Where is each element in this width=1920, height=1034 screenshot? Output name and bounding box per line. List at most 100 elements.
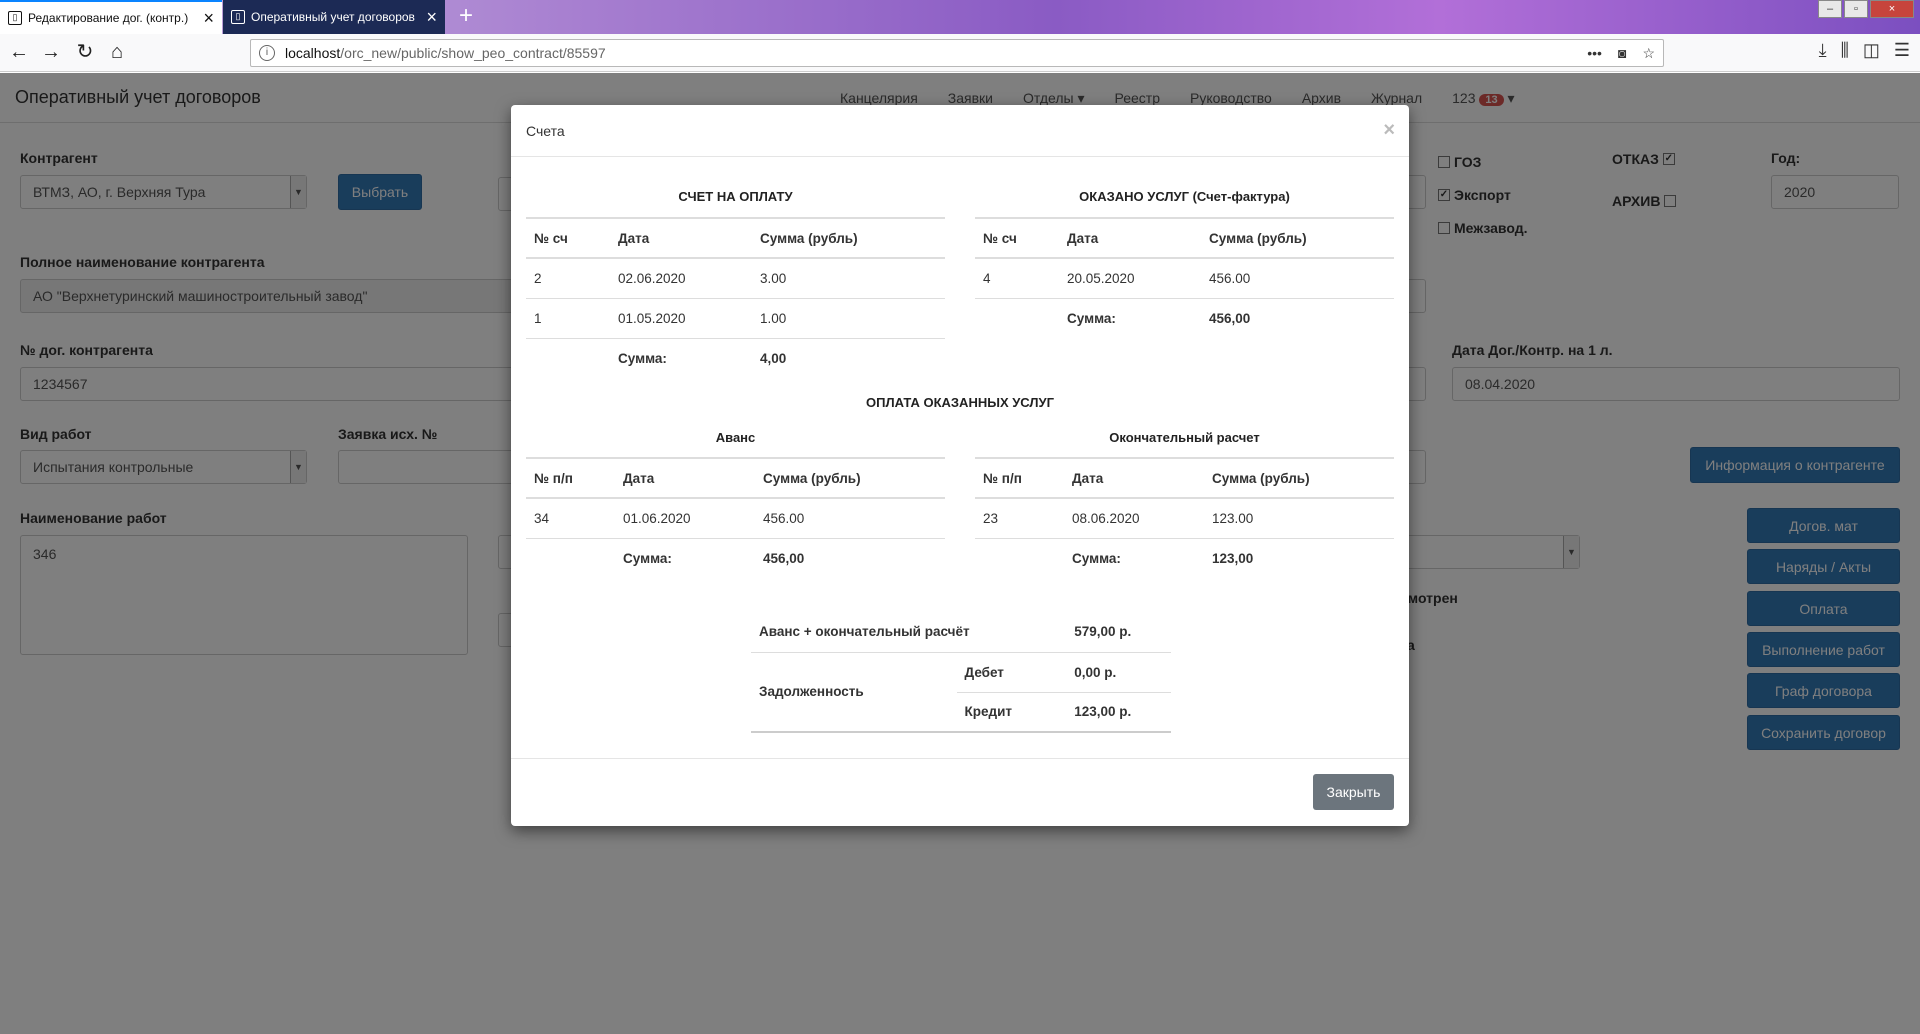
debt-label: Задолженность xyxy=(751,652,957,733)
table-cell xyxy=(526,338,610,378)
sum-label: Сумма: xyxy=(1067,310,1116,326)
modal-header: Счета × xyxy=(511,105,1409,157)
table-cell: 02.06.2020 xyxy=(610,258,752,299)
more-dots-icon[interactable]: ••• xyxy=(1587,45,1602,62)
column-header: Дата xyxy=(1059,217,1201,259)
final-title: Окончательный расчет xyxy=(1109,430,1260,445)
table-header-row: № сч Дата Сумма (рубль) xyxy=(975,217,1394,259)
table-header-row: № сч Дата Сумма (рубль) xyxy=(526,217,945,259)
table-cell: 1 xyxy=(526,298,610,339)
menu-icon[interactable]: ☰ xyxy=(1894,40,1910,61)
reload-icon[interactable]: ↻ xyxy=(72,40,98,66)
sum-value: 123,00 xyxy=(1212,550,1254,566)
table-cell: 20.05.2020 xyxy=(1059,258,1201,299)
total-label: Аванс + окончательный расчёт xyxy=(751,612,1067,653)
payment-title: ОПЛАТА ОКАЗАННЫХ УСЛУГ xyxy=(866,395,1054,410)
table-cell: 456.00 xyxy=(1201,258,1394,299)
sidebar-icon[interactable]: ◫ xyxy=(1863,40,1880,61)
table-cell: 01.05.2020 xyxy=(610,298,752,339)
download-icon[interactable]: ⤓ xyxy=(1819,40,1827,61)
sum-label: Сумма: xyxy=(1072,550,1121,566)
final-table: № п/п Дата Сумма (рубль) 23 08.06.2020 1… xyxy=(975,457,1394,578)
minimize-icon[interactable]: – xyxy=(1818,0,1842,18)
toolbar-right: ⤓ ⫼ ◫ ☰ xyxy=(1819,40,1910,61)
services-title: ОКАЗАНО УСЛУГ (Счет-фактура) xyxy=(1079,189,1290,204)
sum-row: Сумма: 456,00 xyxy=(975,298,1394,338)
url-host: localhost xyxy=(285,45,341,61)
table-header-row: № п/п Дата Сумма (рубль) xyxy=(526,457,945,499)
table-row: 2 02.06.2020 3.00 xyxy=(526,258,945,299)
column-header: Дата xyxy=(610,217,752,259)
column-header: Сумма (рубль) xyxy=(1201,217,1394,259)
table-cell: 456.00 xyxy=(755,498,945,539)
column-header: Сумма (рубль) xyxy=(755,457,945,499)
sum-label: Сумма: xyxy=(618,350,667,366)
page-icon: ▯ xyxy=(231,10,245,24)
column-header: Дата xyxy=(615,457,755,499)
tab-label: Оперативный учет договоров xyxy=(251,10,415,24)
new-tab-plus-icon[interactable]: + xyxy=(452,3,480,31)
services-table: № сч Дата Сумма (рубль) 4 20.05.2020 456… xyxy=(975,217,1394,338)
table-cell: 3.00 xyxy=(752,258,945,299)
credit-value: 123,00 р. xyxy=(1066,692,1171,733)
debit-row: Задолженность Дебет 0,00 р. xyxy=(751,652,1171,733)
column-header: № сч xyxy=(975,217,1059,259)
invoice-title: СЧЕТ НА ОПЛАТУ xyxy=(678,189,793,204)
table-cell: 08.06.2020 xyxy=(1064,498,1204,539)
advance-table: № п/п Дата Сумма (рубль) 34 01.06.2020 4… xyxy=(526,457,945,578)
sum-value: 4,00 xyxy=(760,350,787,366)
url-path: /orc_new/public/show_peo_contract/85597 xyxy=(340,45,606,61)
window-close-icon[interactable]: × xyxy=(1870,0,1914,18)
table-cell: 2 xyxy=(526,258,610,299)
sum-row: Сумма: 123,00 xyxy=(975,538,1394,578)
modal-footer: Закрыть xyxy=(511,758,1409,826)
tab-edit-contract[interactable]: ▯ Редактирование дог. (контр.) × xyxy=(0,0,222,34)
library-icon[interactable]: ⫼ xyxy=(1841,40,1849,61)
table-cell: 123.00 xyxy=(1204,498,1394,539)
tab-label: Редактирование дог. (контр.) xyxy=(28,11,189,25)
table-cell: 01.06.2020 xyxy=(615,498,755,539)
table-row: 34 01.06.2020 456.00 xyxy=(526,498,945,539)
table-cell xyxy=(975,538,1064,578)
column-header: Дата xyxy=(1064,457,1204,499)
info-icon[interactable]: i xyxy=(259,45,275,61)
column-header: № п/п xyxy=(526,457,615,499)
browser-titlebar: ▯ Редактирование дог. (контр.) × ▯ Опера… xyxy=(0,0,1920,34)
close-icon[interactable]: × xyxy=(426,8,437,26)
window-controls: – ▫ × xyxy=(1816,0,1914,18)
invoices-modal: Счета × СЧЕТ НА ОПЛАТУ № сч Дата Сумма (… xyxy=(511,105,1409,826)
table-cell xyxy=(526,538,615,578)
close-icon[interactable]: × xyxy=(203,9,214,27)
maximize-icon[interactable]: ▫ xyxy=(1844,0,1868,18)
debit-label: Дебет xyxy=(956,652,1067,693)
invoice-table: № сч Дата Сумма (рубль) 2 02.06.2020 3.0… xyxy=(526,217,945,378)
home-icon[interactable]: ⌂ xyxy=(104,40,130,66)
close-icon[interactable]: × xyxy=(1383,119,1395,142)
close-button[interactable]: Закрыть xyxy=(1313,774,1394,810)
forward-arrow-icon[interactable]: → xyxy=(38,40,64,66)
back-arrow-icon[interactable]: ← xyxy=(6,40,32,66)
sum-row: Сумма: 456,00 xyxy=(526,538,945,578)
table-cell: 1.00 xyxy=(752,298,945,339)
total-row: Аванс + окончательный расчёт 579,00 р. xyxy=(751,612,1171,653)
totals-table: Аванс + окончательный расчёт 579,00 р. З… xyxy=(751,612,1171,733)
column-header: № п/п xyxy=(975,457,1064,499)
address-bar[interactable]: i localhost/orc_new/public/show_peo_cont… xyxy=(250,39,1664,67)
browser-navbar: ← → ↻ ⌂ i localhost/orc_new/public/show_… xyxy=(0,34,1920,72)
column-header: Сумма (рубль) xyxy=(1204,457,1394,499)
modal-title: Счета xyxy=(526,123,565,139)
debit-value: 0,00 р. xyxy=(1066,652,1171,693)
column-header: № сч xyxy=(526,217,610,259)
tab-contracts[interactable]: ▯ Оперативный учет договоров × xyxy=(223,0,445,34)
pocket-icon[interactable]: ◙ xyxy=(1618,45,1626,62)
credit-label: Кредит xyxy=(956,692,1067,733)
bookmark-star-icon[interactable]: ☆ xyxy=(1642,45,1655,62)
sum-label: Сумма: xyxy=(623,550,672,566)
table-row: 1 01.05.2020 1.00 xyxy=(526,298,945,339)
sum-value: 456,00 xyxy=(763,550,805,566)
column-header: Сумма (рубль) xyxy=(752,217,945,259)
table-cell: 34 xyxy=(526,498,615,539)
table-cell: 23 xyxy=(975,498,1064,539)
page-icon: ▯ xyxy=(8,11,22,25)
table-row: 4 20.05.2020 456.00 xyxy=(975,258,1394,299)
